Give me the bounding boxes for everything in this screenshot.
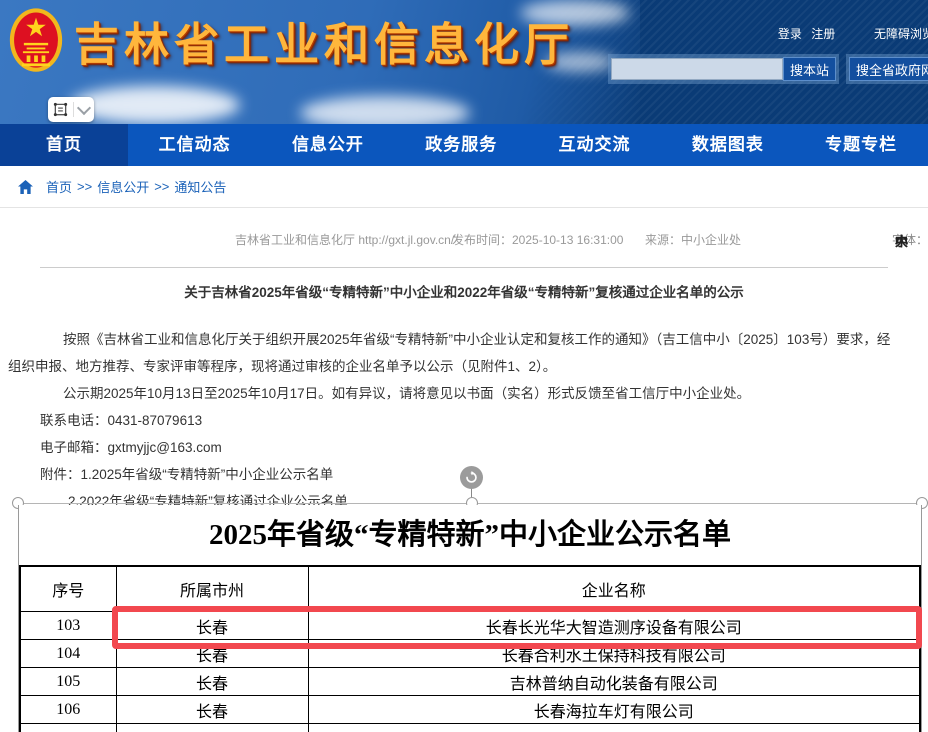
nav-tab-news[interactable]: 工信动态 [128,124,261,166]
table-body: 103长春长春长光华大智造测序设备有限公司104长春长春合利水土保持科技有限公司… [20,612,920,732]
top-utility-links: 登录 注册 无障碍浏览 [772,25,928,42]
meta-source-site: 吉林省工业和信息化厅 http://gxt.jl.gov.cn/ [235,231,454,248]
breadcrumb-home[interactable]: 首页 [46,177,72,196]
cell-empty [116,724,308,732]
cell-empty [308,724,920,732]
meta-publish-time: 发布时间：2025-10-13 16:31:00 [452,231,623,248]
meta-origin: 来源：中小企业处 [645,231,741,248]
announcement-table-image[interactable]: 2025年省级“专精特新”中小企业公示名单 序号 所属市州 企业名称 103长春… [18,505,922,732]
cell-no: 105 [20,668,116,696]
element-selector-icon [53,102,68,117]
article-title: 关于吉林省2025年省级“专精特新”中小企业和2022年省级“专精特新”复核通过… [0,281,928,301]
company-list-table: 序号 所属市州 企业名称 103长春长春长光华大智造测序设备有限公司104长春长… [19,565,921,732]
nav-tab-special-topics[interactable]: 专题专栏 [794,124,927,166]
column-header-company: 企业名称 [308,566,920,612]
search-bar: 搜本站 搜全省政府网站 [608,54,928,84]
accessibility-link[interactable]: 无障碍浏览 [874,27,928,41]
site-title: 吉林省工业和信息化厅 [74,8,574,73]
table-row: 106长春长春海拉车灯有限公司 [20,696,920,724]
search-gov-frame: 搜全省政府网站 [846,54,928,84]
nav-tab-data-charts[interactable]: 数据图表 [661,124,794,166]
site-header: 吉林省工业和信息化厅 登录 注册 无障碍浏览 搜本站 搜全省政府网站 [0,0,928,124]
table-header-row: 序号 所属市州 企业名称 [20,566,920,612]
cell-city: 长春 [116,668,308,696]
cell-company: 吉林普纳自动化装备有限公司 [308,668,920,696]
meta-divider [40,267,888,268]
article-paragraph: 按照《吉林省工业和信息化厅关于组织开展2025年省级“专精特新”中小企业认定和复… [8,326,892,380]
breadcrumb-separator: >> [154,179,169,194]
cloud-decoration [70,86,240,124]
national-emblem-icon [8,5,64,82]
search-input[interactable] [611,58,783,80]
breadcrumb-section[interactable]: 信息公开 [97,177,149,196]
cell-empty [20,724,116,732]
rotate-handle-icon[interactable] [460,466,483,489]
column-header-no: 序号 [20,566,116,612]
cell-city: 长春 [116,612,308,640]
nav-tab-info-disclosure[interactable]: 信息公开 [261,124,394,166]
column-header-city: 所属市州 [116,566,308,612]
home-icon [18,180,33,194]
article-body: 按照《吉林省工业和信息化厅关于组织开展2025年省级“专精特新”中小企业认定和复… [8,326,892,515]
cell-city: 长春 [116,640,308,668]
contact-phone: 联系电话：0431-87079613 [8,407,892,434]
main-nav: 首页 工信动态 信息公开 政务服务 互动交流 数据图表 专题专栏 [0,124,928,166]
table-title: 2025年省级“专精特新”中小企业公示名单 [19,505,921,565]
nav-tab-home[interactable]: 首页 [0,124,128,166]
cell-no: 103 [20,612,116,640]
cell-company: 长春海拉车灯有限公司 [308,696,920,724]
article-paragraph: 公示期2025年10月13日至2025年10月17日。如有异议，请将意见以书面（… [8,380,892,407]
breadcrumb-separator: >> [77,179,92,194]
cell-no: 104 [20,640,116,668]
font-size-small[interactable]: 小 [895,231,908,250]
article-meta: 吉林省工业和信息化厅 http://gxt.jl.gov.cn/ 发布时间：20… [0,231,928,249]
nav-tab-interaction[interactable]: 互动交流 [528,124,661,166]
search-site-button[interactable]: 搜本站 [783,57,836,81]
table-row: 104长春长春合利水土保持科技有限公司 [20,640,920,668]
cell-company: 长春合利水土保持科技有限公司 [308,640,920,668]
cloud-decoration [300,96,470,124]
contact-email: 电子邮箱：gxtmyjjc@163.com [8,434,892,461]
table-row: 103长春长春长光华大智造测序设备有限公司 [20,612,920,640]
browser-page: 吉林省工业和信息化厅 登录 注册 无障碍浏览 搜本站 搜全省政府网站 [0,0,928,732]
breadcrumb-page[interactable]: 通知公告 [174,177,226,196]
table-row-partial [20,724,920,732]
screenshot-tool-widget[interactable] [48,97,94,122]
register-link[interactable]: 注册 [811,27,835,41]
nav-tab-services[interactable]: 政务服务 [395,124,528,166]
search-gov-button[interactable]: 搜全省政府网站 [849,57,928,81]
cell-company: 长春长光华大智造测序设备有限公司 [308,612,920,640]
table-row: 105长春吉林普纳自动化装备有限公司 [20,668,920,696]
cell-city: 长春 [116,696,308,724]
cell-no: 106 [20,696,116,724]
attachment-link-1[interactable]: 附件：1.2025年省级“专精特新”中小企业公示名单 [8,461,892,488]
search-frame: 搜本站 [608,54,839,84]
breadcrumb: 首页 >> 信息公开 >> 通知公告 [0,166,928,208]
chevron-down-icon[interactable] [77,100,91,114]
login-link[interactable]: 登录 [778,27,802,41]
